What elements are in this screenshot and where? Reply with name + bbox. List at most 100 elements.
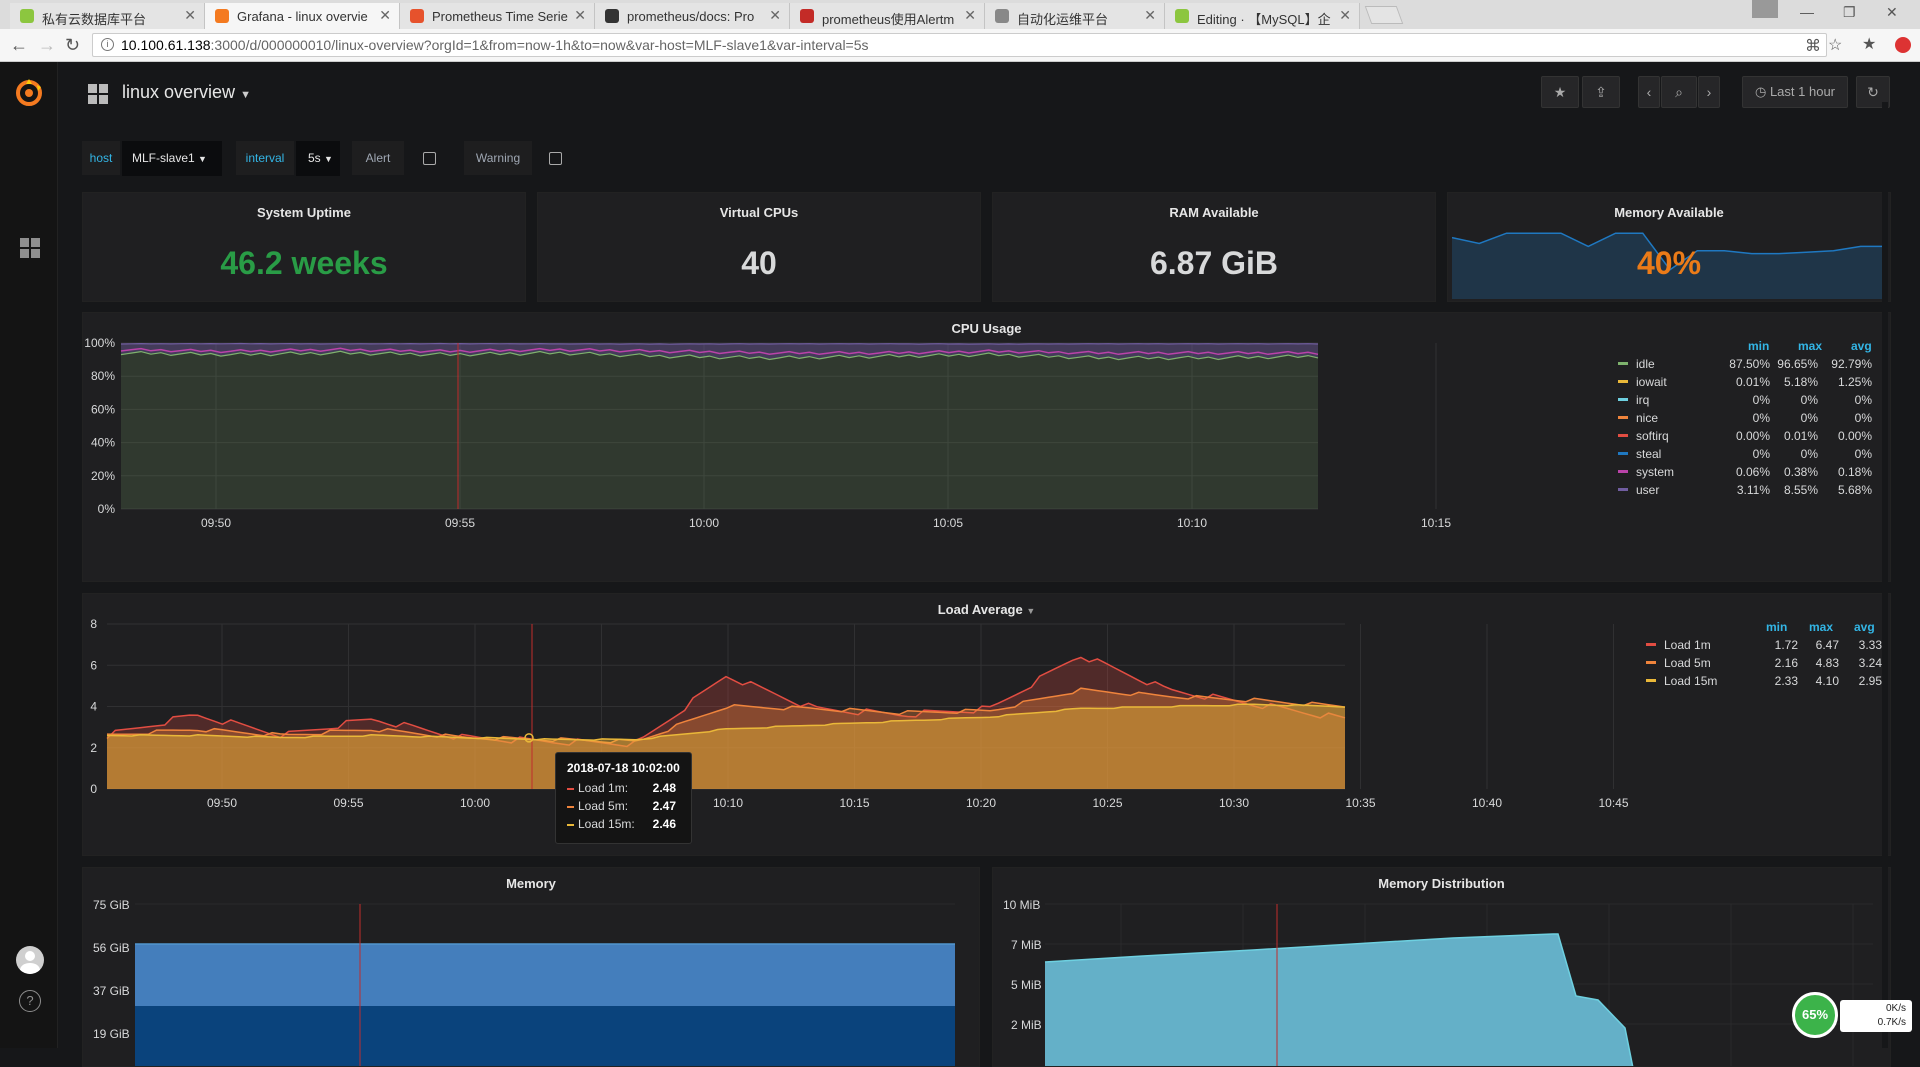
x-tick: 09:50 bbox=[201, 516, 231, 530]
stat-panel-memory[interactable]: Memory Available 40% bbox=[1447, 192, 1891, 302]
browser-tab[interactable]: prometheus使用Alertm ✕ bbox=[790, 3, 985, 29]
legend-header-min: min bbox=[1748, 339, 1770, 353]
load-legend: min max avg Load 1m 1.72 6.47 3.33 Load 5m 2.… bbox=[1646, 620, 1886, 710]
stat-panel-vcpus[interactable]: Virtual CPUs 40 bbox=[537, 192, 981, 302]
avatar[interactable] bbox=[16, 946, 44, 974]
time-picker-button[interactable]: ◷ Last 1 hour bbox=[1742, 76, 1848, 108]
profile-icon[interactable] bbox=[1752, 0, 1778, 18]
interval-var-select[interactable]: 5s ▼ bbox=[296, 141, 340, 176]
translate-icon[interactable]: ⌘ bbox=[1805, 36, 1821, 56]
minimize-icon[interactable]: — bbox=[1800, 4, 1814, 20]
browser-tab[interactable]: Prometheus Time Serie ✕ bbox=[400, 3, 595, 29]
tooltip-row: Load 1m: 2.48 bbox=[567, 781, 680, 799]
legend-min: 0.06% bbox=[1735, 465, 1770, 479]
dashboards-icon[interactable] bbox=[20, 238, 40, 258]
zoom-out-icon: ⌕ bbox=[1675, 84, 1683, 100]
cpu-usage-panel[interactable]: CPU Usage 0% 20% 40% 60% 80% 100% 09:50 09:55 10… bbox=[82, 312, 1891, 582]
stat-panel-ram[interactable]: RAM Available 6.87 GiB bbox=[992, 192, 1436, 302]
tab-title: prometheus/docs: Pro bbox=[627, 9, 755, 24]
legend-swatch-icon bbox=[1618, 416, 1628, 419]
cpu-legend: min max avg idle 87.50% 96.65% 92.79% iowait… bbox=[1618, 339, 1880, 559]
dashboard-main: linux overview ▼ ★ ⇪ ‹ ⌕ › ◷ Last 1 hour… bbox=[58, 62, 1920, 1067]
bookmark-star-icon[interactable]: ☆ bbox=[1828, 35, 1842, 55]
panel-title: System Uptime bbox=[257, 205, 351, 220]
time-range-label: Last 1 hour bbox=[1769, 84, 1835, 99]
legend-name: user bbox=[1636, 483, 1660, 497]
close-tab-icon[interactable]: ✕ bbox=[769, 7, 781, 24]
browser-tab[interactable]: 自动化运维平台 ✕ bbox=[985, 3, 1165, 29]
close-tab-icon[interactable]: ✕ bbox=[964, 7, 976, 24]
x-tick: 10:25 bbox=[1092, 796, 1122, 810]
browser-tab[interactable]: 私有云数据库平台 ✕ bbox=[10, 3, 205, 29]
new-tab-button[interactable] bbox=[1364, 6, 1404, 24]
star-dashboard-button[interactable]: ★ bbox=[1541, 76, 1579, 108]
bookmarks-icon[interactable]: ★ bbox=[1862, 34, 1876, 54]
browser-tab[interactable]: Editing · 【MySQL】企 ✕ bbox=[1165, 3, 1360, 29]
time-back-button[interactable]: ‹ bbox=[1638, 76, 1660, 108]
restore-icon[interactable]: ❐ bbox=[1843, 4, 1856, 21]
close-tab-icon[interactable]: ✕ bbox=[1339, 7, 1351, 24]
close-window-icon[interactable]: ✕ bbox=[1886, 4, 1898, 21]
network-monitor-widget[interactable]: 65% 0K/s 0.7K/s bbox=[1792, 992, 1916, 1038]
legend-min: 1.72 bbox=[1774, 638, 1798, 652]
memory-panel[interactable]: Memory 75 GiB 56 GiB 37 GiB 19 GiB bbox=[82, 867, 980, 1067]
x-tick: 10:35 bbox=[1345, 796, 1375, 810]
warning-checkbox[interactable] bbox=[549, 152, 562, 165]
legend-swatch-icon bbox=[1618, 362, 1628, 365]
tooltip-value: 2.48 bbox=[652, 781, 676, 795]
legend-avg: 3.24 bbox=[1858, 656, 1882, 670]
close-tab-icon[interactable]: ✕ bbox=[184, 7, 196, 24]
y-tick: 19 GiB bbox=[93, 1027, 130, 1041]
zoom-out-button[interactable]: ⌕ bbox=[1661, 76, 1697, 108]
legend-avg: 92.79% bbox=[1831, 357, 1872, 371]
memory-distribution-panel[interactable]: Memory Distribution 10 MiB 7 MiB 5 MiB 2… bbox=[992, 867, 1891, 1067]
y-tick: 56 GiB bbox=[93, 941, 130, 955]
load-average-panel[interactable]: Load Average ▼ 0246809:5009:5510:0010:05… bbox=[82, 593, 1891, 856]
forward-icon[interactable]: → bbox=[38, 35, 56, 56]
y-tick: 0% bbox=[98, 502, 116, 516]
tab-favicon-icon bbox=[605, 9, 619, 23]
legend-name: system bbox=[1636, 465, 1675, 479]
legend-min: 0% bbox=[1752, 447, 1770, 461]
legend-min: 87.50% bbox=[1729, 357, 1770, 371]
info-icon[interactable]: i bbox=[101, 38, 114, 51]
legend-avg: 2.95 bbox=[1858, 674, 1882, 688]
help-icon[interactable]: ? bbox=[19, 990, 41, 1012]
tooltip-value: 2.46 bbox=[652, 817, 676, 831]
close-tab-icon[interactable]: ✕ bbox=[574, 7, 586, 24]
tab-title: Editing · 【MySQL】企 bbox=[1197, 12, 1331, 27]
legend-avg: 1.25% bbox=[1837, 375, 1872, 389]
dashboard-title[interactable]: linux overview ▼ bbox=[122, 82, 251, 103]
legend-name: idle bbox=[1636, 357, 1655, 371]
x-tick: 10:00 bbox=[460, 796, 490, 810]
user-line bbox=[120, 342, 1319, 345]
time-forward-button[interactable]: › bbox=[1698, 76, 1720, 108]
stat-panel-uptime[interactable]: System Uptime 46.2 weeks bbox=[82, 192, 526, 302]
host-var-select[interactable]: MLF-slave1 ▼ bbox=[122, 141, 222, 176]
tab-favicon-icon bbox=[20, 9, 34, 23]
tooltip-series: Load 5m: bbox=[578, 799, 629, 813]
grafana-logo-icon[interactable] bbox=[14, 78, 44, 108]
share-dashboard-button[interactable]: ⇪ bbox=[1582, 76, 1620, 108]
scrollbar[interactable] bbox=[1882, 102, 1888, 1048]
browser-tab[interactable]: Grafana - linux overvie ✕ bbox=[205, 3, 400, 29]
legend-item-user[interactable]: user 3.11% 8.55% 5.68% bbox=[1618, 479, 1880, 501]
tab-title: Prometheus Time Serie bbox=[432, 9, 568, 24]
y-tick: 5 MiB bbox=[1011, 978, 1042, 992]
memory-buffered-area bbox=[135, 1006, 955, 1066]
legend-min: 0% bbox=[1752, 393, 1770, 407]
tooltip-row: Load 15m: 2.46 bbox=[567, 817, 680, 835]
extension-icon[interactable] bbox=[1895, 37, 1911, 53]
close-tab-icon[interactable]: ✕ bbox=[379, 7, 391, 24]
legend-max: 0.38% bbox=[1783, 465, 1818, 479]
back-icon[interactable]: ← bbox=[10, 35, 28, 56]
legend-swatch-icon bbox=[1618, 398, 1628, 401]
close-tab-icon[interactable]: ✕ bbox=[1144, 7, 1156, 24]
legend-item-load[interactable]: Load 15m 2.33 4.10 2.95 bbox=[1646, 670, 1886, 692]
url-input[interactable]: i 10.100.61.138:3000/d/000000010/linux-o… bbox=[92, 33, 1842, 57]
clock-icon: ◷ bbox=[1754, 84, 1767, 99]
legend-swatch-icon bbox=[1646, 661, 1656, 664]
reload-icon[interactable]: ↻ bbox=[65, 35, 80, 56]
alert-checkbox[interactable] bbox=[423, 152, 436, 165]
browser-tab[interactable]: prometheus/docs: Pro ✕ bbox=[595, 3, 790, 29]
